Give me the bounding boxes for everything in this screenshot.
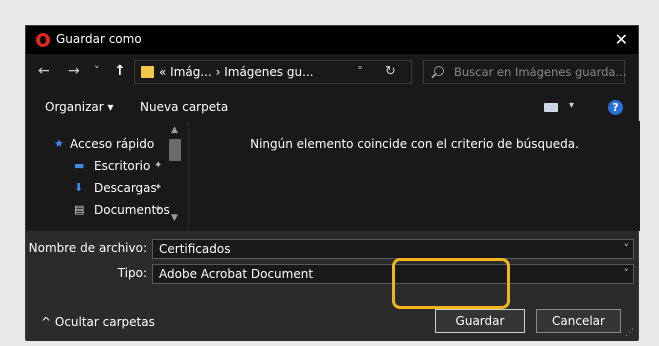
- close-button[interactable]: ✕: [615, 30, 628, 49]
- help-icon[interactable]: ?: [608, 100, 623, 115]
- chevron-down-icon[interactable]: ˅: [624, 242, 630, 255]
- scrollbar-thumb[interactable]: [169, 139, 181, 161]
- pin-icon: ✦: [154, 204, 163, 215]
- filename-value[interactable]: Certificados: [159, 242, 230, 256]
- breadcrumb[interactable]: « Imág... › Imágenes gu...: [159, 65, 314, 79]
- view-dropdown-icon[interactable]: ▾: [569, 100, 574, 111]
- pin-icon: ✦: [154, 182, 163, 193]
- folder-icon: [141, 66, 154, 78]
- opera-icon: [36, 33, 50, 47]
- up-arrow-icon[interactable]: ↑: [114, 63, 126, 79]
- resize-grip-icon[interactable]: ⋰: [625, 328, 634, 338]
- sidebar-item-desktop[interactable]: ▬ Escritorio ✦: [74, 159, 162, 173]
- search-icon: [434, 66, 444, 76]
- star-icon: ★: [54, 137, 64, 150]
- command-toolbar: Organizar ▾ Nueva carpeta ▾ ?: [26, 94, 638, 120]
- sidebar-item-label: Descargas: [94, 181, 157, 195]
- save-form: Nombre de archivo: Certificados ˅ Tipo: …: [26, 231, 638, 341]
- view-options-icon[interactable]: [544, 103, 558, 112]
- sidebar-item-label: Escritorio: [94, 159, 151, 173]
- title-bar: Guardar como ✕: [26, 26, 638, 54]
- desktop-icon: ▬: [74, 159, 85, 172]
- scroll-up-icon[interactable]: ▲: [171, 125, 178, 135]
- filename-field[interactable]: Certificados ˅: [152, 239, 634, 259]
- empty-message: Ningún elemento coincide con el criterio…: [250, 137, 579, 151]
- window-title: Guardar como: [56, 32, 142, 46]
- scroll-down-icon[interactable]: ▼: [171, 213, 178, 223]
- chevron-down-icon[interactable]: ˅: [357, 65, 363, 79]
- scrollbar[interactable]: ▲ ▼: [167, 125, 183, 225]
- address-bar[interactable]: « Imág... › Imágenes gu... ˅ ↻: [134, 60, 412, 84]
- navigation-pane: ★ Acceso rápido ▬ Escritorio ✦ ⬇ Descarg…: [26, 121, 188, 231]
- file-list[interactable]: Ningún elemento coincide con el criterio…: [188, 121, 640, 231]
- type-label: Tipo:: [117, 266, 147, 280]
- cancel-button[interactable]: Cancelar: [536, 309, 621, 333]
- sidebar-item-label: Acceso rápido: [70, 137, 155, 151]
- file-type-value[interactable]: Adobe Acrobat Document: [159, 267, 313, 281]
- save-button-highlight: [392, 258, 510, 309]
- chevron-down-icon[interactable]: ˅: [624, 267, 630, 280]
- sidebar-item-quick-access[interactable]: ★ Acceso rápido: [54, 137, 155, 151]
- hide-folders-button[interactable]: ^ Ocultar carpetas: [41, 315, 155, 329]
- download-icon: ⬇: [74, 181, 84, 194]
- sidebar-item-downloads[interactable]: ⬇ Descargas ✦: [74, 181, 162, 195]
- search-placeholder: Buscar en Imágenes guarda...: [454, 65, 627, 79]
- recent-locations-icon[interactable]: ˅: [94, 64, 100, 77]
- back-arrow-icon[interactable]: ←: [38, 63, 50, 79]
- save-button[interactable]: Guardar: [435, 309, 525, 333]
- filename-label: Nombre de archivo:: [28, 241, 147, 255]
- save-as-dialog: Guardar como ✕ ← → ˅ ↑ « Imág... › Imáge…: [25, 25, 640, 341]
- pin-icon: ✦: [154, 160, 163, 171]
- forward-arrow-icon[interactable]: →: [68, 63, 80, 79]
- navigation-bar: ← → ˅ ↑ « Imág... › Imágenes gu... ˅ ↻ B…: [26, 54, 638, 90]
- refresh-icon[interactable]: ↻: [385, 64, 396, 79]
- search-input[interactable]: Buscar en Imágenes guarda...: [423, 60, 627, 84]
- sidebar-item-documents[interactable]: ▤ Documentos ✦: [74, 203, 170, 217]
- document-icon: ▤: [74, 203, 85, 216]
- new-folder-button[interactable]: Nueva carpeta: [140, 100, 228, 114]
- organize-button[interactable]: Organizar ▾: [45, 100, 114, 114]
